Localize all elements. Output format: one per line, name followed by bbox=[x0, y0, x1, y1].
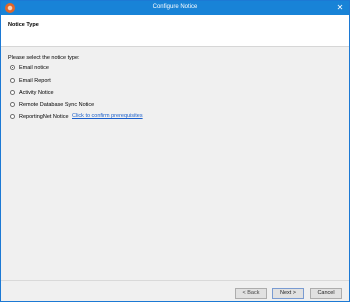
radio-activity-notice[interactable]: Activity Notice bbox=[10, 88, 54, 97]
wizard-content: Please select the notice type: Email not… bbox=[1, 47, 349, 280]
radio-label[interactable]: ReportingNet Notice bbox=[19, 113, 69, 121]
radio-label[interactable]: Email Report bbox=[19, 77, 51, 85]
radio-label[interactable]: Activity Notice bbox=[19, 89, 54, 97]
radio-button[interactable] bbox=[10, 114, 15, 119]
wizard-footer: < Back Next > Cancel bbox=[1, 281, 349, 301]
radio-button[interactable] bbox=[10, 78, 15, 83]
notice-type-prompt: Please select the notice type: bbox=[8, 55, 80, 61]
radio-label[interactable]: Remote Database Sync Notice bbox=[19, 101, 94, 109]
radio-button[interactable] bbox=[10, 102, 15, 107]
next-button[interactable]: Next > bbox=[272, 288, 304, 299]
radio-button[interactable] bbox=[10, 90, 15, 95]
confirm-prerequisites-link[interactable]: Click to confirm prerequisites bbox=[72, 112, 143, 120]
radio-label[interactable]: Email notice bbox=[19, 64, 49, 72]
radio-reportingnet-notice[interactable]: ReportingNet Notice bbox=[10, 112, 69, 121]
close-icon[interactable]: ✕ bbox=[334, 2, 346, 14]
radio-email-report[interactable]: Email Report bbox=[10, 76, 51, 85]
title-bar[interactable]: Configure Notice ✕ bbox=[1, 1, 349, 15]
radio-email-notice[interactable]: Email notice bbox=[10, 63, 49, 72]
wizard-header: Notice Type bbox=[1, 15, 349, 47]
window-title: Configure Notice bbox=[152, 4, 198, 10]
cancel-button[interactable]: Cancel bbox=[310, 288, 342, 299]
radio-remote-db-sync-notice[interactable]: Remote Database Sync Notice bbox=[10, 100, 94, 109]
configure-notice-window: Configure Notice ✕ Notice Type Please se… bbox=[0, 0, 350, 302]
page-title: Notice Type bbox=[8, 22, 39, 28]
back-button[interactable]: < Back bbox=[235, 288, 267, 299]
radio-button-checked[interactable] bbox=[10, 65, 15, 70]
